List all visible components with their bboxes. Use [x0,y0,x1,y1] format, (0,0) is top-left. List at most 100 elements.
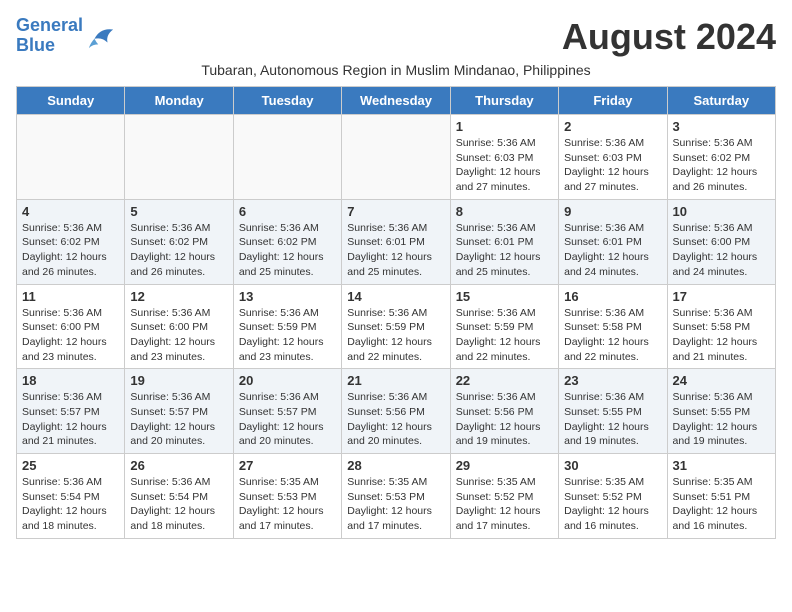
weekday-header-sunday: Sunday [17,87,125,115]
week-row-3: 11 Sunrise: 5:36 AM Sunset: 6:00 PM Dayli… [17,284,776,369]
day-info: Sunrise: 5:36 AM Sunset: 5:57 PM Dayligh… [130,390,227,449]
day-info: Sunrise: 5:36 AM Sunset: 6:01 PM Dayligh… [456,221,553,280]
calendar-cell: 2Sunrise: 5:36 AM Sunset: 6:03 PM Daylig… [559,115,667,200]
day-info: Sunrise: 5:36 AM Sunset: 6:03 PM Dayligh… [456,136,553,195]
day-info: Sunrise: 5:36 AM Sunset: 6:02 PM Dayligh… [673,136,770,195]
calendar-cell: 5 Sunrise: 5:36 AM Sunset: 6:02 PM Daylig… [125,199,233,284]
calendar-cell: 26 Sunrise: 5:36 AM Sunset: 5:54 PM Dayli… [125,454,233,539]
calendar-cell: 13 Sunrise: 5:36 AM Sunset: 5:59 PM Dayli… [233,284,341,369]
day-number: 3 [673,119,770,134]
calendar-cell: 3 Sunrise: 5:36 AM Sunset: 6:02 PM Daylig… [667,115,775,200]
day-number: 22 [456,373,553,388]
day-info: Sunrise: 5:35 AM Sunset: 5:52 PM Dayligh… [456,475,553,534]
day-number: 1 [456,119,553,134]
calendar-cell: 21Sunrise: 5:36 AM Sunset: 5:56 PM Dayli… [342,369,450,454]
calendar-cell [17,115,125,200]
day-info: Sunrise: 5:36 AM Sunset: 6:02 PM Dayligh… [22,221,119,280]
calendar-cell: 25 Sunrise: 5:36 AM Sunset: 5:54 PM Dayli… [17,454,125,539]
week-row-1: 1 Sunrise: 5:36 AM Sunset: 6:03 PM Daylig… [17,115,776,200]
calendar-cell: 7 Sunrise: 5:36 AM Sunset: 6:01 PM Daylig… [342,199,450,284]
day-info: Sunrise: 5:36 AM Sunset: 5:59 PM Dayligh… [456,306,553,365]
day-info: Sunrise: 5:35 AM Sunset: 5:52 PM Dayligh… [564,475,661,534]
weekday-header-tuesday: Tuesday [233,87,341,115]
day-info: Sunrise: 5:35 AM Sunset: 5:51 PM Dayligh… [673,475,770,534]
day-number: 15 [456,289,553,304]
day-info: Sunrise: 5:35 AM Sunset: 5:53 PM Dayligh… [347,475,444,534]
day-info: Sunrise: 5:36 AM Sunset: 5:59 PM Dayligh… [347,306,444,365]
logo-bird-icon [87,22,115,50]
day-info: Sunrise: 5:36 AM Sunset: 6:02 PM Dayligh… [239,221,336,280]
calendar-cell [342,115,450,200]
day-info: Sunrise: 5:36 AM Sunset: 6:02 PM Dayligh… [130,221,227,280]
day-number: 13 [239,289,336,304]
day-number: 27 [239,458,336,473]
day-number: 9 [564,204,661,219]
day-info: Sunrise: 5:36 AM Sunset: 5:54 PM Dayligh… [130,475,227,534]
weekday-header-saturday: Saturday [667,87,775,115]
calendar-cell: 8Sunrise: 5:36 AM Sunset: 6:01 PM Daylig… [450,199,558,284]
day-info: Sunrise: 5:36 AM Sunset: 5:55 PM Dayligh… [564,390,661,449]
day-number: 28 [347,458,444,473]
day-info: Sunrise: 5:36 AM Sunset: 5:59 PM Dayligh… [239,306,336,365]
day-number: 7 [347,204,444,219]
month-title: August 2024 [562,16,776,58]
calendar-cell: 17Sunrise: 5:36 AM Sunset: 5:58 PM Dayli… [667,284,775,369]
weekday-header-thursday: Thursday [450,87,558,115]
calendar-cell: 29Sunrise: 5:35 AM Sunset: 5:52 PM Dayli… [450,454,558,539]
weekday-header-wednesday: Wednesday [342,87,450,115]
day-number: 5 [130,204,227,219]
logo-text: General Blue [16,16,83,56]
day-number: 26 [130,458,227,473]
day-info: Sunrise: 5:36 AM Sunset: 5:56 PM Dayligh… [347,390,444,449]
calendar-cell: 22 Sunrise: 5:36 AM Sunset: 5:56 PM Dayli… [450,369,558,454]
calendar-cell: 18Sunrise: 5:36 AM Sunset: 5:57 PM Dayli… [17,369,125,454]
calendar-cell: 6 Sunrise: 5:36 AM Sunset: 6:02 PM Daylig… [233,199,341,284]
day-number: 14 [347,289,444,304]
calendar-table: SundayMondayTuesdayWednesdayThursdayFrid… [16,86,776,539]
day-info: Sunrise: 5:36 AM Sunset: 6:01 PM Dayligh… [347,221,444,280]
calendar-cell: 4 Sunrise: 5:36 AM Sunset: 6:02 PM Daylig… [17,199,125,284]
day-info: Sunrise: 5:36 AM Sunset: 6:00 PM Dayligh… [130,306,227,365]
week-row-5: 25 Sunrise: 5:36 AM Sunset: 5:54 PM Dayli… [17,454,776,539]
calendar-cell: 23Sunrise: 5:36 AM Sunset: 5:55 PM Dayli… [559,369,667,454]
day-number: 31 [673,458,770,473]
calendar-cell: 20 Sunrise: 5:36 AM Sunset: 5:57 PM Dayli… [233,369,341,454]
day-number: 18 [22,373,119,388]
day-number: 10 [673,204,770,219]
day-info: Sunrise: 5:36 AM Sunset: 5:58 PM Dayligh… [564,306,661,365]
day-number: 2 [564,119,661,134]
day-info: Sunrise: 5:36 AM Sunset: 5:58 PM Dayligh… [673,306,770,365]
subtitle: Tubaran, Autonomous Region in Muslim Min… [16,62,776,78]
day-info: Sunrise: 5:35 AM Sunset: 5:53 PM Dayligh… [239,475,336,534]
logo: General Blue [16,16,115,56]
week-row-4: 18 Sunrise: 5:36 AM Sunset: 5:57 PM Dayli… [17,369,776,454]
weekday-header-friday: Friday [559,87,667,115]
day-number: 30 [564,458,661,473]
day-number: 6 [239,204,336,219]
calendar-cell: 27 Sunrise: 5:35 AM Sunset: 5:53 PM Dayli… [233,454,341,539]
day-info: Sunrise: 5:36 AM Sunset: 6:00 PM Dayligh… [673,221,770,280]
calendar-cell [233,115,341,200]
calendar-cell: 10 Sunrise: 5:36 AM Sunset: 6:00 PM Dayli… [667,199,775,284]
header: General Blue August 2024 [16,16,776,58]
day-number: 4 [22,204,119,219]
day-number: 12 [130,289,227,304]
day-number: 24 [673,373,770,388]
day-info: Sunrise: 5:36 AM Sunset: 6:01 PM Dayligh… [564,221,661,280]
day-number: 20 [239,373,336,388]
weekday-header-monday: Monday [125,87,233,115]
calendar-cell: 16Sunrise: 5:36 AM Sunset: 5:58 PM Dayli… [559,284,667,369]
day-number: 11 [22,289,119,304]
day-info: Sunrise: 5:36 AM Sunset: 6:00 PM Dayligh… [22,306,119,365]
calendar-cell: 19 Sunrise: 5:36 AM Sunset: 5:57 PM Dayli… [125,369,233,454]
day-info: Sunrise: 5:36 AM Sunset: 5:56 PM Dayligh… [456,390,553,449]
day-info: Sunrise: 5:36 AM Sunset: 5:57 PM Dayligh… [239,390,336,449]
day-info: Sunrise: 5:36 AM Sunset: 5:54 PM Dayligh… [22,475,119,534]
day-number: 19 [130,373,227,388]
calendar-cell: 24Sunrise: 5:36 AM Sunset: 5:55 PM Dayli… [667,369,775,454]
day-number: 25 [22,458,119,473]
week-row-2: 4 Sunrise: 5:36 AM Sunset: 6:02 PM Daylig… [17,199,776,284]
calendar-cell: 12 Sunrise: 5:36 AM Sunset: 6:00 PM Dayli… [125,284,233,369]
calendar-cell: 14 Sunrise: 5:36 AM Sunset: 5:59 PM Dayli… [342,284,450,369]
calendar-cell: 1 Sunrise: 5:36 AM Sunset: 6:03 PM Daylig… [450,115,558,200]
